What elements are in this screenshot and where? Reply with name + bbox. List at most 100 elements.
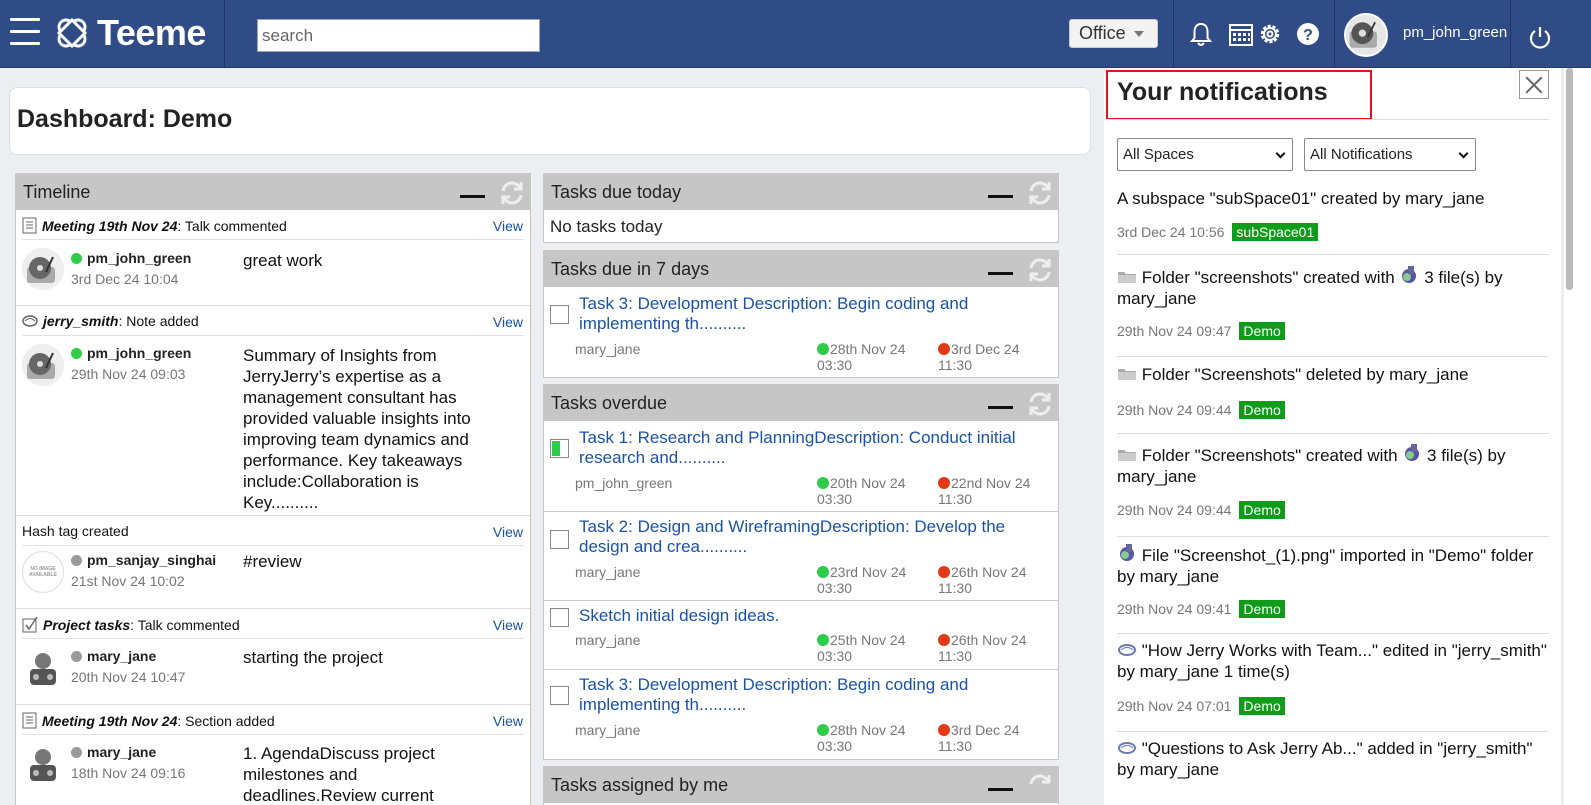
tasks-assigned-panel: Tasks assigned by me bbox=[543, 766, 1059, 805]
help-icon[interactable]: ? bbox=[1294, 20, 1322, 48]
end-date-icon bbox=[938, 634, 950, 646]
notification-item[interactable]: "How Jerry Works with Team..." edited in… bbox=[1117, 640, 1549, 732]
avatar[interactable] bbox=[22, 647, 64, 689]
notification-item[interactable]: Folder "Screenshots" created with 3 file… bbox=[1117, 442, 1549, 537]
minimize-icon[interactable] bbox=[988, 195, 1013, 198]
timeline-time: 20th Nov 24 10:47 bbox=[71, 669, 186, 685]
task-title-link[interactable]: Task 3: Development Description: Begin c… bbox=[579, 675, 1039, 715]
space-badge[interactable]: Demo bbox=[1239, 401, 1285, 419]
timeline-action: : Talk commented bbox=[130, 616, 240, 633]
task-end-date: 26th Nov 24 11:30 bbox=[938, 564, 1027, 596]
notification-text: Folder "Screenshots" created with 3 file… bbox=[1117, 442, 1547, 487]
refresh-icon[interactable] bbox=[1025, 389, 1055, 419]
note-icon bbox=[22, 315, 38, 327]
timeline-item-header: Project tasks: Talk commented bbox=[22, 616, 240, 633]
notification-meta: 29th Nov 24 09:41 Demo bbox=[1117, 600, 1285, 618]
task-checkbox[interactable] bbox=[550, 686, 569, 705]
task-title-link[interactable]: Task 3: Development Description: Begin c… bbox=[579, 294, 1039, 334]
space-selector-button[interactable]: Office bbox=[1069, 19, 1158, 48]
notification-text: Folder "screenshots" created with 3 file… bbox=[1117, 264, 1547, 309]
refresh-icon[interactable] bbox=[1025, 771, 1055, 801]
robot-avatar-icon bbox=[22, 647, 64, 689]
notification-time: 29th Nov 24 09:47 bbox=[1117, 323, 1232, 339]
search-input[interactable] bbox=[257, 19, 540, 52]
timeline-context[interactable]: jerry_smith bbox=[43, 313, 118, 329]
notification-text: "How Jerry Works with Team..." edited in… bbox=[1117, 641, 1547, 681]
task-title-link[interactable]: Task 1: Research and PlanningDescription… bbox=[579, 428, 1039, 468]
minimize-icon[interactable] bbox=[988, 788, 1013, 791]
menu-icon[interactable] bbox=[10, 18, 40, 46]
space-badge[interactable]: Demo bbox=[1239, 697, 1285, 715]
refresh-icon[interactable] bbox=[1025, 255, 1055, 285]
view-link[interactable]: View bbox=[493, 713, 523, 729]
space-filter-select[interactable]: All Spaces bbox=[1117, 138, 1293, 171]
refresh-icon[interactable] bbox=[497, 178, 527, 208]
view-link[interactable]: View bbox=[493, 524, 523, 540]
end-date-icon bbox=[938, 343, 950, 355]
timeline-username: mary_jane bbox=[87, 648, 157, 664]
timeline-item-header: jerry_smith: Note added bbox=[22, 313, 199, 329]
notification-meta: 29th Nov 24 09:44 Demo bbox=[1117, 401, 1285, 419]
timeline-action: : Section added bbox=[177, 712, 275, 729]
task-checkbox[interactable] bbox=[550, 439, 569, 458]
panel-header: Tasks assigned by me bbox=[544, 767, 1058, 803]
refresh-icon[interactable] bbox=[1025, 178, 1055, 208]
app-logo[interactable]: Teeme bbox=[55, 12, 206, 54]
timeline-user[interactable]: mary_jane bbox=[71, 744, 156, 760]
start-date-icon bbox=[817, 724, 829, 736]
task-checkbox[interactable] bbox=[550, 608, 569, 627]
space-badge[interactable]: Demo bbox=[1239, 322, 1285, 340]
minimize-icon[interactable] bbox=[460, 195, 485, 198]
view-link[interactable]: View bbox=[493, 314, 523, 330]
space-badge[interactable]: Demo bbox=[1239, 501, 1285, 519]
view-link[interactable]: View bbox=[493, 617, 523, 633]
online-status-icon bbox=[71, 347, 82, 359]
notification-item[interactable]: File "Screenshot_(1).png" imported in "D… bbox=[1117, 542, 1549, 634]
dashboard-header: Dashboard: Demo bbox=[9, 87, 1091, 155]
bell-icon[interactable] bbox=[1187, 20, 1215, 48]
avatar[interactable] bbox=[22, 743, 64, 785]
file-import-icon bbox=[1120, 544, 1134, 561]
avatar[interactable]: NO IMAGE AVAILABLE bbox=[22, 551, 64, 593]
timeline-username: pm_sanjay_singhai bbox=[87, 552, 217, 568]
task-title-link[interactable]: Sketch initial design ideas. bbox=[579, 606, 1039, 626]
task-checkbox[interactable] bbox=[550, 530, 569, 549]
space-badge[interactable]: subSpace01 bbox=[1232, 223, 1319, 241]
timeline-context[interactable]: Meeting 19th Nov 24 bbox=[42, 218, 177, 234]
avatar[interactable] bbox=[22, 248, 64, 290]
timeline-text: Summary of Insights from JerryJerry’s ex… bbox=[243, 346, 471, 512]
timeline-user[interactable]: pm_john_green bbox=[71, 345, 191, 361]
notification-item[interactable]: Folder "screenshots" created with 3 file… bbox=[1117, 264, 1549, 357]
notification-item[interactable]: A subspace "subSpace01" created by mary_… bbox=[1117, 188, 1549, 255]
task-start-date: 28th Nov 24 03:30 bbox=[817, 722, 906, 754]
timeline-context[interactable]: Meeting 19th Nov 24 bbox=[42, 713, 177, 729]
notification-type-select[interactable]: All Notifications bbox=[1304, 138, 1476, 171]
avatar[interactable] bbox=[22, 344, 64, 386]
panel-header: Tasks due today bbox=[544, 174, 1058, 210]
minimize-icon[interactable] bbox=[988, 272, 1013, 275]
notification-item[interactable]: Folder "Screenshots" deleted by mary_jan… bbox=[1117, 364, 1549, 434]
task-end-date: 22nd Nov 24 11:30 bbox=[938, 475, 1031, 507]
view-link[interactable]: View bbox=[493, 218, 523, 234]
timeline-action: : Note added bbox=[118, 313, 199, 329]
panel-title: Tasks assigned by me bbox=[551, 775, 729, 795]
calendar-icon[interactable] bbox=[1227, 20, 1255, 48]
user-avatar[interactable] bbox=[1344, 13, 1388, 57]
folder-icon bbox=[1118, 272, 1136, 283]
close-icon[interactable] bbox=[1519, 70, 1549, 99]
task-row: Task 1: Research and PlanningDescription… bbox=[544, 421, 1058, 512]
notification-item[interactable]: "Questions to Ask Jerry Ab..." added in … bbox=[1117, 738, 1549, 805]
power-icon[interactable] bbox=[1526, 23, 1554, 51]
task-checkbox[interactable] bbox=[550, 305, 569, 324]
space-badge[interactable]: Demo bbox=[1239, 600, 1285, 618]
gear-icon[interactable] bbox=[1256, 20, 1284, 48]
timeline-user[interactable]: pm_john_green bbox=[71, 250, 191, 266]
timeline-user[interactable]: mary_jane bbox=[71, 648, 156, 664]
timeline-user[interactable]: pm_sanjay_singhai bbox=[71, 552, 216, 568]
username-label[interactable]: pm_john_green bbox=[1403, 24, 1507, 41]
start-date-icon bbox=[817, 634, 829, 646]
timeline-context[interactable]: Project tasks bbox=[43, 617, 130, 633]
minimize-icon[interactable] bbox=[988, 406, 1013, 409]
task-title-link[interactable]: Task 2: Design and WireframingDescriptio… bbox=[579, 517, 1039, 557]
scrollbar-thumb[interactable] bbox=[1566, 68, 1573, 290]
